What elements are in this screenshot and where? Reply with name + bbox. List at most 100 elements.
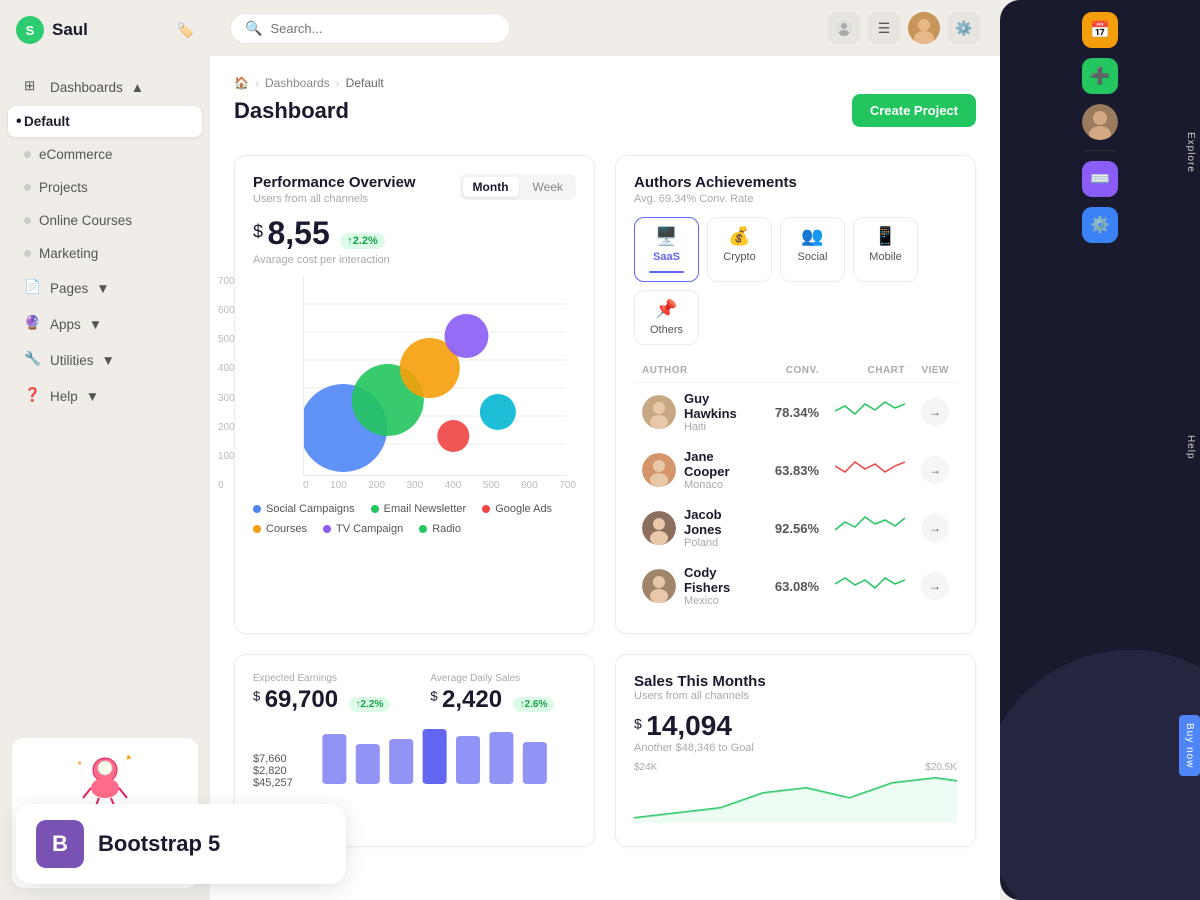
authors-title: Authors Achievements (634, 174, 957, 191)
legend-email: Email Newsletter (371, 503, 467, 515)
author-info: Guy Hawkins Haiti (642, 391, 759, 433)
sidebar-item-online-courses[interactable]: Online Courses (8, 205, 202, 236)
author-name: Jacob Jones (684, 507, 759, 537)
y-label-1: $24K (634, 762, 657, 773)
cat-tab-crypto[interactable]: 💰 Crypto (707, 217, 772, 282)
authors-card: Authors Achievements Avg. 69.34% Conv. R… (615, 155, 976, 634)
perf-subtitle: Users from all channels (253, 193, 416, 205)
col-conv: CONV. (767, 359, 827, 383)
table-row: Jacob Jones Poland 92.56% → (634, 499, 957, 557)
sidebar-item-default[interactable]: Default (8, 106, 202, 137)
breadcrumb: 🏠 › Dashboards › Default (234, 76, 976, 90)
rp-calendar-icon[interactable]: 📅 (1082, 12, 1118, 48)
cat-label: Crypto (723, 251, 755, 263)
nav-dot (24, 217, 31, 224)
chevron-down-icon: ▼ (96, 281, 109, 296)
side-label-help[interactable]: Help (1179, 427, 1200, 468)
legend-tv: TV Campaign (323, 523, 403, 535)
authors-header: Authors Achievements Avg. 69.34% Conv. R… (634, 174, 957, 205)
back-icon[interactable]: 🏷️ (177, 22, 194, 39)
app-name: Saul (52, 20, 88, 40)
cat-tab-others[interactable]: 📌 Others (634, 290, 699, 345)
breadcrumb-home[interactable]: 🏠 (234, 76, 249, 90)
notifications-icon-btn[interactable]: ☰ (868, 12, 900, 44)
sidebar-item-label: Online Courses (39, 213, 132, 228)
view-cell[interactable]: → (913, 441, 957, 499)
cat-tab-mobile[interactable]: 📱 Mobile (853, 217, 918, 282)
side-label-explore[interactable]: Explore (1179, 124, 1200, 181)
legend-dot (419, 525, 427, 533)
cat-label: Others (650, 324, 683, 336)
user-avatar-btn[interactable] (908, 12, 940, 44)
settings-icon-btn[interactable]: ⚙️ (948, 12, 980, 44)
side-label-buy[interactable]: Buy now (1179, 715, 1200, 776)
stat-value: 8,55 (267, 215, 329, 251)
rp-settings-icon[interactable]: ⚙️ (1082, 207, 1118, 243)
mini-chart (835, 454, 905, 484)
view-cell[interactable]: → (913, 499, 957, 557)
breadcrumb-dashboards[interactable]: Dashboards (265, 76, 330, 90)
search-input[interactable] (270, 21, 495, 36)
view-button[interactable]: → (921, 514, 949, 542)
view-button[interactable]: → (921, 398, 949, 426)
sidebar-header: S Saul 🏷️ (0, 0, 210, 60)
view-button[interactable]: → (921, 572, 949, 600)
topbar-avatar-small[interactable] (828, 12, 860, 44)
author-info: Jane Cooper Monaco (642, 449, 759, 491)
toggle-week[interactable]: Week (523, 177, 573, 197)
sidebar-item-label: Projects (39, 180, 88, 195)
sidebar-item-pages[interactable]: 📄 Pages ▼ (8, 271, 202, 305)
breadcrumb-sep: › (255, 76, 259, 90)
sales-y-labels: $24K $20.5K (634, 762, 957, 773)
create-project-button[interactable]: Create Project (852, 94, 976, 127)
mobile-icon: 📱 (874, 226, 896, 247)
sidebar-item-help[interactable]: ❓ Help ▼ (8, 379, 202, 413)
performance-card: Performance Overview Users from all chan… (234, 155, 595, 634)
view-cell[interactable]: → (913, 383, 957, 442)
sidebar-item-apps[interactable]: 🔮 Apps ▼ (8, 307, 202, 341)
sidebar-item-ecommerce[interactable]: eCommerce (8, 139, 202, 170)
rp-avatar[interactable] (1082, 104, 1118, 140)
page-title-row: Dashboard Create Project (234, 94, 976, 127)
view-cell[interactable]: → (913, 557, 957, 615)
earnings-details: $7,660 $2,820 $45,257 (253, 724, 576, 789)
sidebar-item-utilities[interactable]: 🔧 Utilities ▼ (8, 343, 202, 377)
sidebar-item-label: Marketing (39, 246, 98, 261)
daily-sales-item: Average Daily Sales $ 2,420 2.6% (430, 673, 554, 714)
search-icon: 🔍 (245, 20, 262, 37)
rp-add-icon[interactable]: ➕ (1082, 58, 1118, 94)
toggle-month[interactable]: Month (463, 177, 519, 197)
legend-dot (253, 505, 261, 513)
cat-tab-social[interactable]: 👥 Social (780, 217, 845, 282)
earnings-values-list: $7,660 $2,820 $45,257 (253, 753, 293, 789)
rp-divider (1085, 150, 1115, 151)
mini-chart (835, 512, 905, 542)
authors-table: AUTHOR CONV. CHART VIEW (634, 359, 957, 615)
stat-label: Avarage cost per interaction (253, 254, 576, 266)
conv-rate: 78.34% (767, 383, 827, 442)
bar-chart (309, 724, 576, 784)
bootstrap-overlay: B Bootstrap 5 (16, 804, 346, 884)
cat-tab-saas[interactable]: 🖥️ SaaS (634, 217, 699, 282)
sidebar-item-marketing[interactable]: Marketing (8, 238, 202, 269)
earnings-item: Expected Earnings $ 69,700 2.2% (253, 673, 390, 714)
main-area: 🔍 ☰ ⚙️ (210, 0, 1000, 900)
nav-dot (24, 151, 31, 158)
rp-code-icon[interactable]: ⌨️ (1082, 161, 1118, 197)
side-labels: Explore Help Buy now (1179, 0, 1200, 900)
sidebar-item-dashboards[interactable]: ⊞ Dashboards ▲ (8, 70, 202, 104)
legend-dot (323, 525, 331, 533)
table-row: Jane Cooper Monaco 63.83% → (634, 441, 957, 499)
daily-sales-value-row: $ 2,420 2.6% (430, 686, 554, 714)
sidebar-item-projects[interactable]: Projects (8, 172, 202, 203)
conv-rate: 63.83% (767, 441, 827, 499)
conv-rate: 92.56% (767, 499, 827, 557)
sales-title: Sales This Months (634, 673, 957, 690)
main-two-col: Performance Overview Users from all chan… (234, 155, 976, 634)
author-country: Mexico (684, 595, 759, 607)
search-box: 🔍 (230, 13, 510, 44)
daily-sales-currency: $ (430, 689, 437, 704)
breadcrumb-area: 🏠 › Dashboards › Default Dashboard Creat… (234, 76, 976, 135)
view-button[interactable]: → (921, 456, 949, 484)
content: 🏠 › Dashboards › Default Dashboard Creat… (210, 56, 1000, 900)
